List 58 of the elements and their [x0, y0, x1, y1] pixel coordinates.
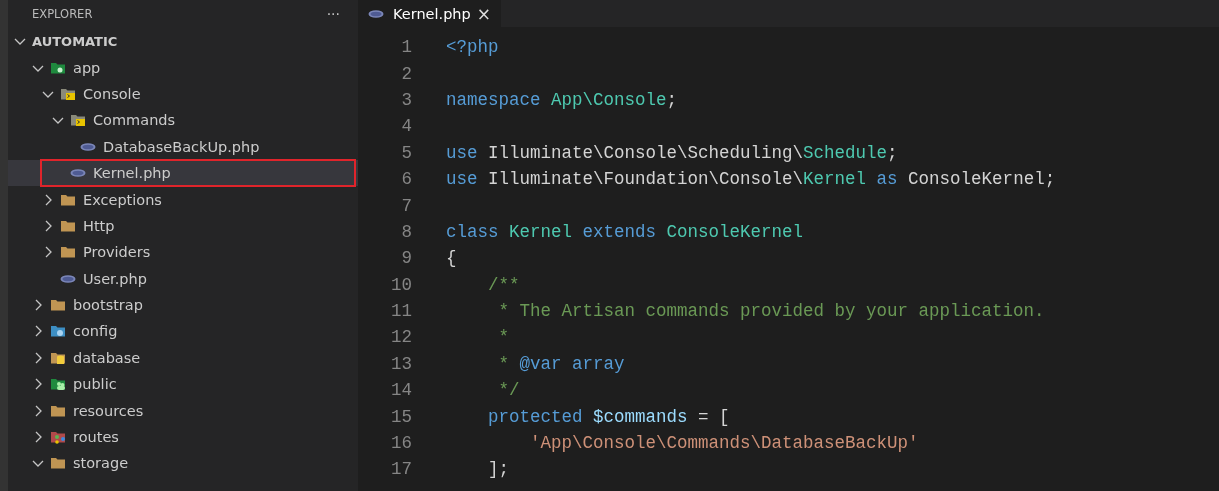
code-line: use Illuminate\Console\Scheduling\Schedule; [446, 142, 898, 163]
code-line: * @var array [497, 353, 625, 374]
folder-item[interactable]: Http [8, 212, 358, 240]
folder-item[interactable]: Exceptions [8, 186, 358, 213]
people-folder-icon [50, 376, 66, 393]
code-line: ]; [487, 459, 509, 480]
code-line: */ [497, 380, 520, 401]
code-line: { [446, 248, 457, 269]
file-item[interactable]: User.php [8, 265, 358, 292]
line-number: 13 [390, 353, 412, 374]
line-number: 16 [390, 433, 412, 454]
explorer-title: EXPLORER [32, 7, 93, 21]
folder-item[interactable]: routes [8, 423, 358, 451]
terminal-folder-icon [70, 112, 86, 129]
folder-item[interactable]: public [8, 371, 358, 398]
folder-item[interactable]: app [8, 54, 358, 81]
routes-folder-icon [50, 429, 66, 446]
line-number: 10 [390, 274, 412, 295]
folder-item[interactable]: resources [8, 397, 358, 424]
close-icon[interactable]: × [476, 3, 491, 24]
code-line: <?php [446, 37, 499, 58]
folder-item[interactable]: database [8, 344, 358, 372]
line-number: 7 [400, 195, 412, 216]
line-number: 12 [390, 327, 412, 348]
folder-icon [50, 297, 66, 314]
line-number: 8 [400, 221, 412, 242]
folder-item[interactable]: AUTOMATIC [8, 28, 358, 55]
editor-tab[interactable]: Kernel.php × [358, 0, 501, 27]
line-number: 15 [390, 406, 412, 427]
folder-item[interactable]: Providers [8, 239, 358, 266]
folder-item[interactable]: Console [8, 80, 358, 108]
code-line: * The Artisan commands provided by your application. [497, 301, 1045, 322]
line-number: 11 [390, 301, 412, 322]
code-line: class Kernel extends ConsoleKernel [446, 221, 804, 242]
folder-item[interactable]: storage [8, 450, 358, 477]
code-line: use Illuminate\Foundation\Console\Kernel as ConsoleKernel; [446, 169, 1056, 190]
line-number: 3 [400, 89, 412, 110]
line-number: 9 [400, 248, 412, 269]
line-number: 4 [400, 116, 412, 137]
folder-item[interactable]: bootstrap [8, 291, 358, 319]
folder-item[interactable]: config [8, 318, 358, 345]
code-line: namespace App\Console; [446, 89, 678, 110]
more-actions-button[interactable]: ··· [326, 6, 340, 22]
line-number: 5 [400, 142, 412, 163]
file-item[interactable]: Kernel.php [8, 159, 358, 187]
line-number: 6 [400, 169, 412, 190]
code-line: 'App\Console\Commands\DatabaseBackUp' [529, 433, 919, 454]
folder-icon [60, 244, 76, 261]
line-number: 14 [390, 380, 412, 401]
code-line: * [497, 327, 509, 348]
line-number: 17 [390, 459, 412, 480]
code-line: /** [487, 274, 520, 295]
folder-icon [50, 455, 66, 472]
folder-item[interactable]: Commands [8, 107, 358, 134]
line-number: 2 [400, 63, 412, 84]
code-line: protected $commands = [ [487, 406, 730, 427]
file-item[interactable]: DatabaseBackUp.php [8, 133, 358, 160]
line-number: 1 [400, 37, 412, 58]
